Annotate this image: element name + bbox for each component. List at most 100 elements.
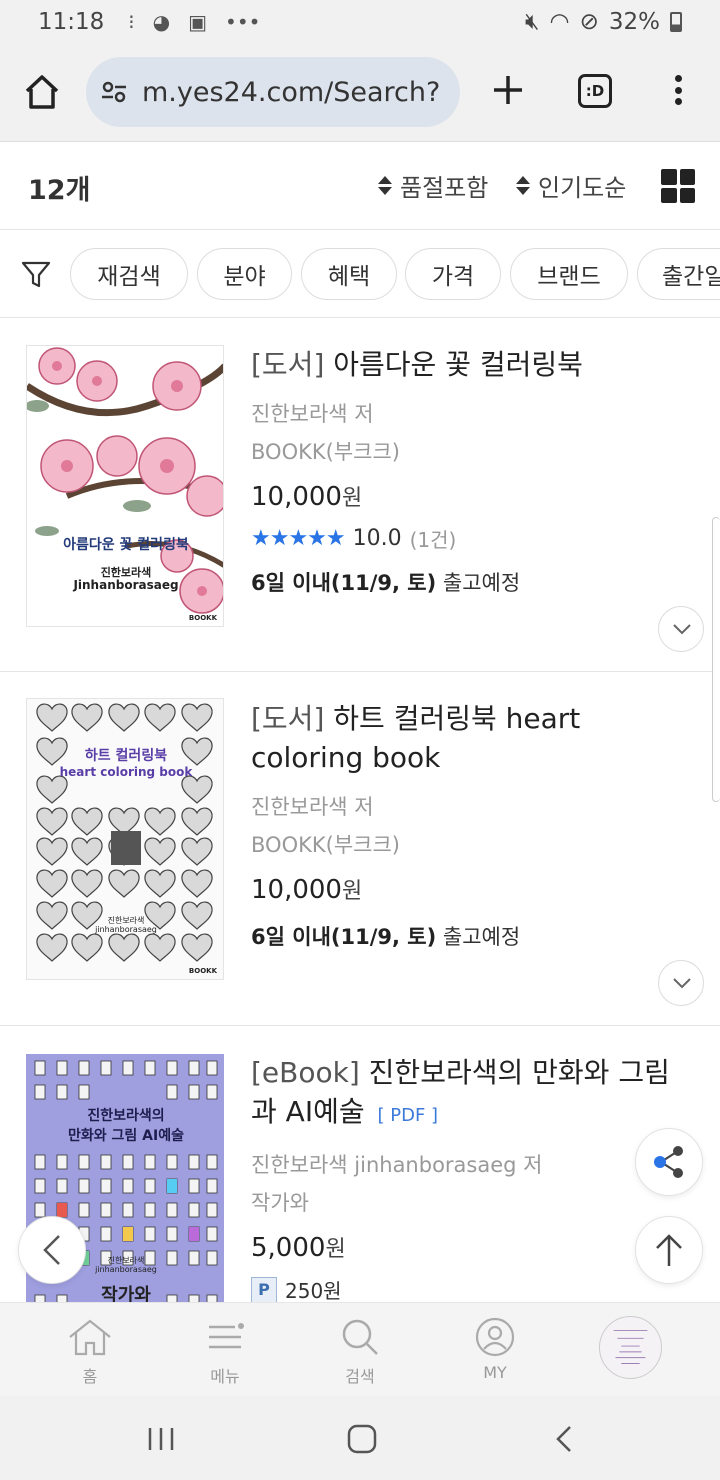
filter-chip-price[interactable]: 가격 — [405, 248, 501, 300]
item-category: [eBook] — [251, 1056, 360, 1089]
user-icon — [475, 1317, 515, 1357]
price-value: 10,000 — [251, 875, 342, 905]
nav-home-label: 홈 — [82, 1367, 98, 1386]
item-rating: ★★★★★ 10.0 (1건) — [251, 524, 691, 553]
ship-date: 6일 이내(11/9, 토) — [251, 925, 437, 949]
cover-title-en: heart coloring book — [59, 765, 193, 779]
chevron-down-icon — [673, 624, 691, 635]
price-currency: 원 — [325, 1237, 346, 1262]
more-options-icon[interactable] — [666, 70, 690, 110]
system-nav-bar — [0, 1396, 720, 1480]
item-author[interactable]: 진한보라색 저 — [251, 398, 691, 428]
scrollbar[interactable] — [712, 517, 720, 802]
grid-view-icon[interactable] — [661, 169, 695, 203]
nav-menu[interactable]: 메뉴 — [180, 1317, 270, 1387]
nav-my[interactable]: MY — [450, 1317, 540, 1382]
app-bottom-nav: 홈 메뉴 검색 MY — [0, 1302, 720, 1396]
filter-chip-brand[interactable]: 브랜드 — [510, 248, 628, 300]
ship-status: 출고예정 — [436, 571, 521, 595]
item-category: [도서] — [251, 702, 325, 735]
result-header: 12개 품절포함 인기도순 — [0, 142, 720, 230]
wifi-icon: ◠ — [549, 9, 570, 35]
item-price: 10,000원 — [251, 873, 691, 905]
list-item[interactable]: 진한보라색의 만화와 그림 AI예술 진한보라색 jinhanborasaeg … — [0, 1026, 720, 1302]
book-cover[interactable]: 하트 컬러링북 heart coloring book 진한보라색 jinhan… — [26, 698, 224, 980]
nav-search-label: 검색 — [345, 1367, 375, 1386]
item-price: 10,000원 — [251, 480, 691, 512]
back-floating-button[interactable] — [18, 1216, 86, 1284]
tabs-button[interactable]: :D — [578, 74, 612, 108]
item-author[interactable]: 진한보라색 jinhanborasaeg 저 — [251, 1149, 691, 1179]
search-icon — [342, 1319, 378, 1355]
cover-brand: BOOKK — [188, 614, 217, 622]
scroll-top-button[interactable] — [635, 1216, 703, 1284]
ship-status: 출고예정 — [436, 925, 521, 949]
item-publisher[interactable]: BOOKK(부크크) — [251, 829, 691, 859]
chevron-left-icon — [43, 1235, 60, 1265]
nav-search[interactable]: 검색 — [315, 1317, 405, 1387]
expand-button[interactable] — [658, 960, 704, 1006]
sort-order-label: 인기도순 — [538, 174, 627, 202]
more-notifications-icon: ••• — [225, 10, 261, 34]
book-cover[interactable]: 아름다운 꽃 컬러링북 진한보라색 Jinhanborasaeg BOOKK — [26, 345, 224, 627]
list-item[interactable]: 하트 컬러링북 heart coloring book 진한보라색 jinhan… — [0, 672, 720, 1026]
result-count: 12개 — [28, 175, 91, 206]
price-currency: 원 — [341, 486, 363, 511]
notification-dots-icon: ⁝ — [128, 10, 135, 34]
sort-order-dropdown[interactable]: 인기도순 — [516, 168, 626, 203]
hearts-illustration — [36, 703, 213, 962]
price-currency: 원 — [341, 879, 363, 904]
filter-chip-pubdate[interactable]: 출간일 — [637, 248, 720, 300]
item-format-badge: [ PDF ] — [377, 1105, 439, 1126]
nav-menu-label: 메뉴 — [210, 1367, 240, 1386]
soldout-filter-label: 품절포함 — [400, 174, 489, 202]
nav-home[interactable]: 홈 — [45, 1317, 135, 1387]
new-tab-icon[interactable] — [488, 70, 528, 110]
points-icon: P — [251, 1276, 277, 1302]
expand-button[interactable] — [658, 606, 704, 652]
arrow-up-icon — [656, 1234, 682, 1266]
item-shipping: 6일 이내(11/9, 토) 출고예정 — [251, 567, 691, 597]
item-publisher[interactable]: 작가와 — [251, 1187, 691, 1217]
item-title[interactable]: [도서] 아름다운 꽃 컬러링북 — [251, 345, 691, 384]
recent-item-thumbnail[interactable] — [599, 1316, 662, 1379]
nav-my-label: MY — [483, 1363, 507, 1382]
filter-bar: 재검색 분야 혜택 가격 브랜드 출간일 — [0, 230, 720, 318]
battery-icon — [670, 12, 682, 32]
share-icon — [654, 1146, 683, 1178]
url-text: m.yes24.com/Search? — [142, 76, 441, 108]
url-bar[interactable]: m.yes24.com/Search? — [86, 57, 460, 127]
item-publisher[interactable]: BOOKK(부크크) — [251, 436, 691, 466]
price-value: 5,000 — [251, 1233, 326, 1263]
cover-author-en: Jinhanborasaeg — [73, 578, 179, 592]
cover-title-line2: 만화와 그림 AI예술 — [68, 1128, 184, 1144]
dnd-icon: ⊘ — [579, 9, 599, 35]
back-system-icon[interactable] — [552, 1424, 576, 1454]
cover-author-en: jinhanborasaeg — [95, 925, 157, 934]
ship-date: 6일 이내(11/9, 토) — [251, 571, 437, 595]
rating-stars-icon: ★★★★★ — [251, 526, 346, 551]
item-author[interactable]: 진한보라색 저 — [251, 791, 691, 821]
site-settings-icon[interactable] — [100, 78, 128, 106]
soldout-filter-dropdown[interactable]: 품절포함 — [378, 168, 488, 203]
filter-icon[interactable] — [20, 258, 52, 290]
home-icon[interactable] — [22, 72, 62, 112]
item-price: 5,000원 — [251, 1231, 691, 1263]
recent-book-thumbnail-icon — [613, 1330, 648, 1364]
item-category: [도서] — [251, 348, 325, 381]
points-value: 250원 — [285, 1279, 342, 1302]
item-title[interactable]: [eBook] 진한보라색의 만화와 그림과 AI예술 [ PDF ] — [251, 1053, 691, 1135]
price-value: 10,000 — [251, 482, 342, 512]
browser-toolbar: m.yes24.com/Search? :D — [0, 44, 720, 142]
home-system-icon[interactable] — [346, 1424, 378, 1454]
recent-apps-icon[interactable] — [146, 1426, 176, 1452]
menu-icon — [209, 1323, 244, 1349]
filter-chip-field[interactable]: 분야 — [197, 248, 292, 300]
filter-chip-benefit[interactable]: 혜택 — [301, 248, 397, 300]
item-shipping: 6일 이내(11/9, 토) 출고예정 — [251, 921, 691, 951]
share-button[interactable] — [635, 1128, 703, 1196]
sort-arrows-icon — [378, 176, 392, 195]
item-title[interactable]: [도서] 하트 컬러링북 heart coloring book — [251, 699, 691, 777]
list-item[interactable]: 아름다운 꽃 컬러링북 진한보라색 Jinhanborasaeg BOOKK [… — [0, 318, 720, 672]
filter-chip-research[interactable]: 재검색 — [70, 248, 188, 300]
